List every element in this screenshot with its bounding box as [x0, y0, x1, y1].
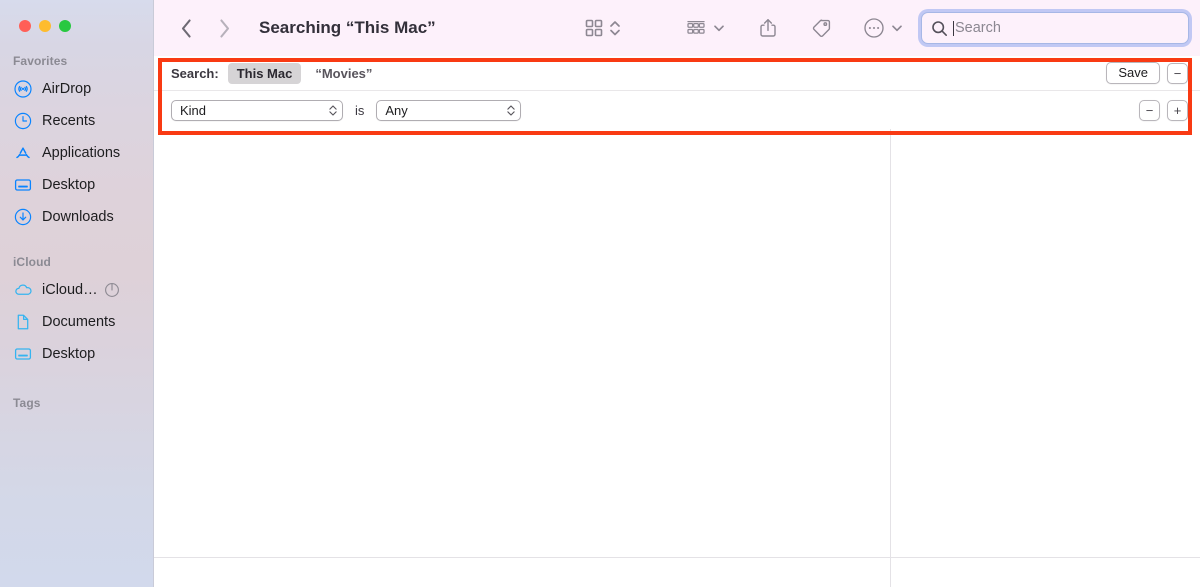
close-window-button[interactable] — [19, 20, 31, 32]
airdrop-icon — [13, 79, 33, 99]
sidebar-item-recents[interactable]: Recents — [0, 105, 153, 137]
document-icon — [13, 312, 33, 332]
sidebar-item-airdrop[interactable]: AirDrop — [0, 73, 153, 105]
sidebar-item-label: Applications — [42, 145, 121, 161]
sidebar-item-icloud-desktop[interactable]: Desktop — [0, 338, 153, 370]
tag-icon[interactable] — [810, 14, 832, 42]
view-switcher[interactable] — [584, 14, 621, 42]
search-criteria-bar: Search: This Mac “Movies” Save − Kind is… — [154, 56, 1200, 129]
downloads-icon — [13, 207, 33, 227]
sidebar-item-documents[interactable]: Documents — [0, 306, 153, 338]
chevron-right-icon[interactable] — [213, 16, 235, 40]
criteria-attribute-value: Kind — [180, 102, 207, 118]
remove-criteria-button[interactable]: − — [1139, 99, 1160, 121]
toolbar: Searching “This Mac” Search — [154, 0, 1200, 56]
criteria-operator-label: is — [355, 102, 365, 118]
search-scope-label: Search: — [171, 65, 219, 81]
scope-this-mac-button[interactable]: This Mac — [227, 62, 302, 84]
sidebar-section-favorites: Favorites — [13, 54, 68, 68]
chevron-down-icon[interactable] — [891, 14, 903, 42]
criteria-attribute-select[interactable]: Kind — [171, 99, 343, 121]
sidebar-item-label: Documents — [42, 314, 116, 330]
criteria-value-select[interactable]: Any — [376, 99, 522, 121]
sidebar-item-label: Desktop — [42, 177, 96, 193]
search-input[interactable]: Search — [921, 12, 1189, 44]
search-icon — [931, 20, 948, 37]
results-area[interactable] — [154, 129, 1200, 587]
finder-window: Favorites AirDrop Recents Applications D… — [0, 0, 1200, 587]
sidebar-item-applications[interactable]: Applications — [0, 137, 153, 169]
sidebar-section-tags: Tags — [13, 396, 41, 410]
sidebar-item-label: Desktop — [42, 346, 96, 362]
search-scope-row: Search: This Mac “Movies” Save − — [154, 56, 1200, 91]
search-placeholder: Search — [955, 20, 1001, 36]
group-by-icon[interactable] — [685, 14, 707, 42]
remove-scope-button[interactable]: − — [1167, 62, 1188, 84]
sidebar-item-label: Recents — [42, 113, 96, 129]
navigation-buttons — [175, 16, 235, 40]
sidebar-item-label: iCloud… — [42, 282, 98, 298]
group-by-button[interactable] — [685, 14, 725, 42]
icon-view-grid-icon[interactable] — [584, 14, 604, 42]
sidebar: Favorites AirDrop Recents Applications D… — [0, 0, 154, 587]
cloud-icon — [13, 280, 33, 300]
minimize-window-button[interactable] — [39, 20, 51, 32]
sync-progress-icon — [104, 282, 120, 298]
desktop-icon — [13, 344, 33, 364]
chevron-up-down-icon — [328, 103, 338, 118]
column-divider — [890, 129, 891, 587]
more-actions-button[interactable] — [863, 14, 903, 42]
sidebar-section-icloud: iCloud — [13, 255, 51, 269]
zoom-window-button[interactable] — [59, 20, 71, 32]
add-criteria-button[interactable]: + — [1167, 99, 1188, 121]
ellipsis-circle-icon[interactable] — [863, 14, 885, 42]
sidebar-item-label: AirDrop — [42, 81, 92, 97]
chevron-left-icon[interactable] — [175, 16, 197, 40]
status-bar-divider — [154, 557, 1200, 558]
main-pane: Searching “This Mac” Search Search: This… — [154, 0, 1200, 587]
applications-icon — [13, 143, 33, 163]
save-search-button[interactable]: Save — [1106, 62, 1160, 84]
sidebar-item-icloud-drive[interactable]: iCloud… — [0, 274, 153, 306]
sidebar-item-downloads[interactable]: Downloads — [0, 201, 153, 233]
chevron-up-down-icon — [506, 103, 516, 118]
clock-icon — [13, 111, 33, 131]
scope-movies-button[interactable]: “Movies” — [315, 66, 372, 81]
sidebar-item-desktop[interactable]: Desktop — [0, 169, 153, 201]
desktop-icon — [13, 175, 33, 195]
page-title: Searching “This Mac” — [259, 18, 436, 37]
chevron-down-icon[interactable] — [713, 14, 725, 42]
text-caret — [953, 20, 954, 36]
sidebar-item-label: Downloads — [42, 209, 114, 225]
traffic-lights — [0, 0, 153, 32]
share-icon[interactable] — [758, 14, 778, 42]
chevron-up-down-icon[interactable] — [609, 14, 621, 42]
search-criteria-row: Kind is Any − + — [154, 91, 1200, 129]
criteria-value-value: Any — [385, 102, 408, 118]
